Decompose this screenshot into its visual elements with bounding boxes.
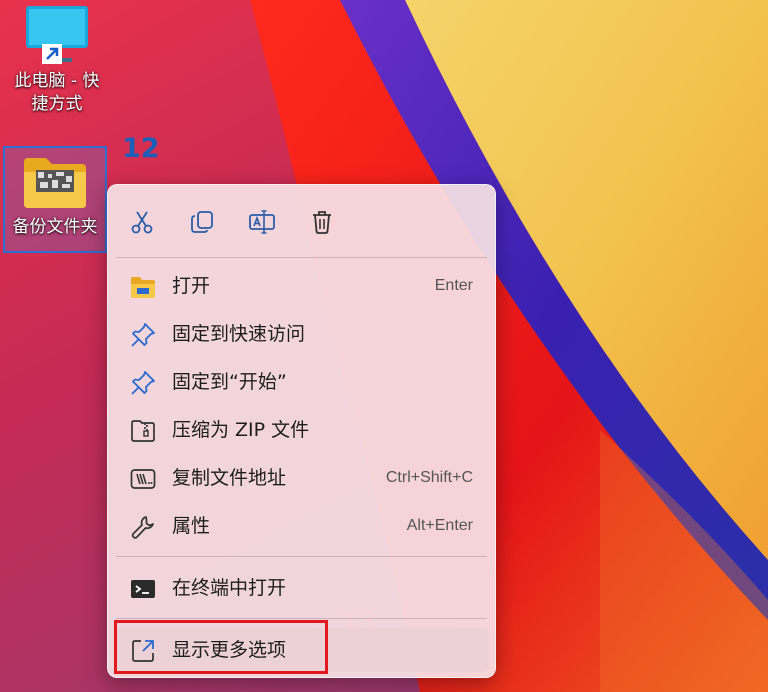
backup-folder-label: 备份文件夹 [12,217,98,237]
folder-icon [131,277,155,298]
this-pc-label: 此电脑 - 快捷方式 [14,71,100,114]
menu-item-label: 固定到快速访问 [172,323,306,345]
menu-item-label: 压缩为 ZIP 文件 [172,419,310,441]
menu-item-shortcut: Enter [434,277,473,294]
menu-item-label: 属性 [172,515,211,537]
wrench-icon [131,516,154,539]
copy-path-icon [130,469,156,489]
menu-item-properties[interactable]: 属性 Alt+Enter [108,504,495,548]
zip-icon [131,420,155,442]
menu-item-pin-start[interactable]: 固定到“开始” [108,360,495,404]
step-12-label: 12 [122,133,160,164]
pin-icon [131,323,155,347]
context-menu: 打开 Enter 固定到快速访问 固定到“开始” 压缩为 ZIP 文件 复制文件… [107,184,496,678]
menu-item-label: 在终端中打开 [172,577,287,599]
delete-icon [313,211,331,234]
menu-item-label: 复制文件地址 [172,467,287,489]
copy-icon [191,211,213,233]
folder-icon [24,158,86,208]
menu-divider [116,556,487,557]
this-pc-shortcut[interactable]: 此电脑 - 快捷方式 [0,4,114,116]
pin-icon [131,371,155,395]
menu-item-shortcut: Ctrl+Shift+C [385,469,473,486]
rename-icon [249,210,275,234]
delete-button[interactable] [305,205,339,239]
toolbar-divider [116,257,487,258]
context-menu-toolbar [108,185,495,257]
menu-item-compress-zip[interactable]: 压缩为 ZIP 文件 [108,408,495,452]
menu-divider [116,618,487,619]
menu-item-label: 打开 [172,275,211,297]
terminal-icon [131,580,155,598]
highlight-box [114,620,328,674]
menu-item-copy-path[interactable]: 复制文件地址 Ctrl+Shift+C [108,456,495,500]
menu-item-shortcut: Alt+Enter [406,517,473,534]
backup-folder-icon[interactable]: 备份文件夹 [3,146,107,253]
menu-item-label: 固定到“开始” [172,371,287,393]
monitor-icon [26,6,88,64]
rename-button[interactable] [245,205,279,239]
menu-item-pin-quick-access[interactable]: 固定到快速访问 [108,312,495,356]
cut-button[interactable] [125,205,159,239]
cut-icon [131,211,153,234]
menu-item-open[interactable]: 打开 Enter [108,264,495,308]
copy-button[interactable] [185,205,219,239]
menu-item-open-terminal[interactable]: 在终端中打开 [108,566,495,610]
